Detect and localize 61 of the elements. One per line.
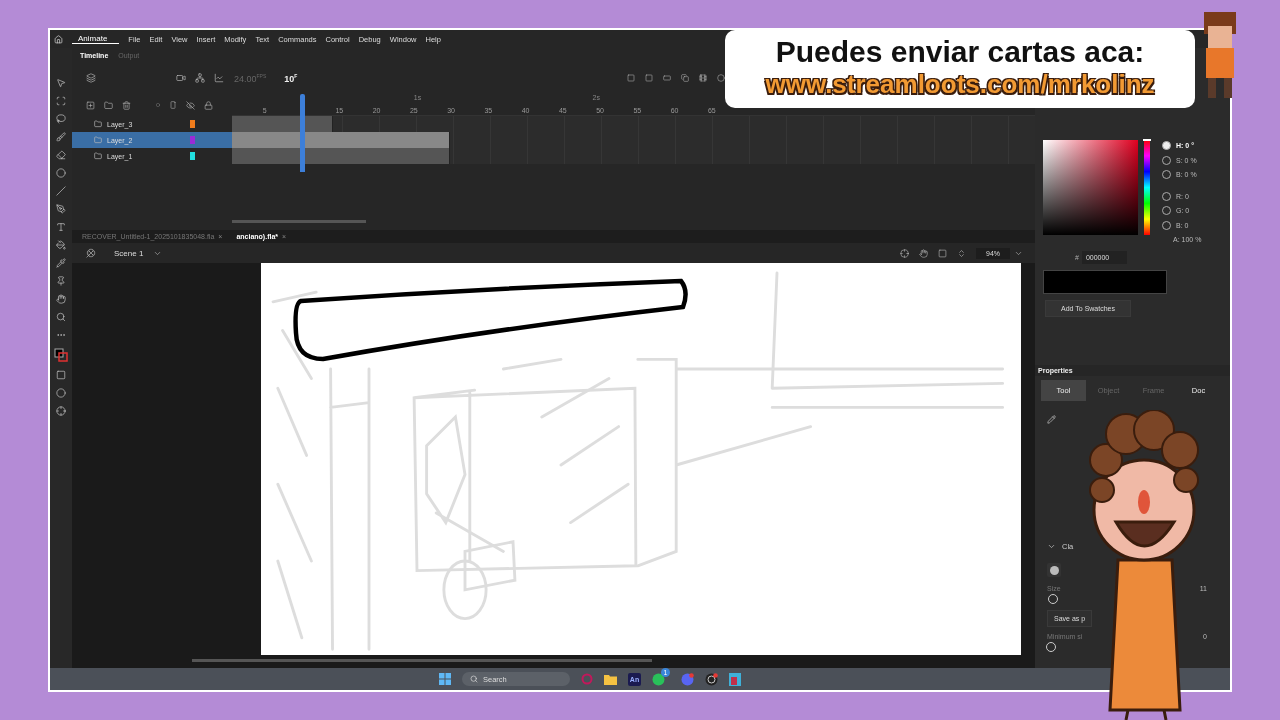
oval-tool-icon[interactable] [56, 168, 66, 178]
object-drawing-icon[interactable] [56, 370, 66, 380]
scrollbar[interactable] [232, 220, 366, 223]
zoom-tool-icon[interactable] [56, 312, 66, 322]
stroke-fill-swatch-icon[interactable] [54, 348, 68, 362]
camera-icon[interactable] [176, 73, 186, 83]
layer-icon [94, 120, 102, 128]
scene-label[interactable]: Scene 1 [114, 248, 144, 258]
trash-icon[interactable] [122, 100, 131, 110]
line-tool-icon[interactable] [56, 186, 66, 196]
playhead[interactable] [300, 94, 306, 172]
color-picker[interactable] [1043, 140, 1138, 235]
brush-shape-button[interactable] [1047, 563, 1061, 577]
stepper-icon[interactable] [957, 248, 966, 258]
outline-icon[interactable] [169, 101, 177, 109]
eraser-tool-icon[interactable] [56, 150, 66, 160]
new-layer-icon[interactable] [86, 100, 95, 110]
app-name: Animate [72, 34, 120, 44]
chevron-down-icon[interactable] [1047, 542, 1056, 551]
windows-logo-icon[interactable] [439, 673, 451, 685]
copy-icon[interactable] [681, 74, 689, 82]
selection-tool-icon[interactable] [56, 78, 66, 88]
square-icon[interactable] [627, 74, 635, 82]
pin-tool-icon[interactable] [56, 276, 66, 286]
onion-skin-icon[interactable] [717, 74, 725, 82]
lock-icon[interactable] [204, 100, 213, 110]
eyedropper-icon[interactable] [56, 258, 66, 268]
frame-readout[interactable]: 10$^{F}$ [284, 72, 298, 84]
pencil-icon[interactable] [1047, 415, 1056, 424]
lasso-tool-icon[interactable] [56, 114, 66, 124]
scrollbar[interactable] [192, 659, 652, 662]
hue-slider[interactable] [1144, 140, 1150, 235]
record-icon[interactable] [705, 672, 718, 686]
hand-tool-icon[interactable] [56, 294, 66, 304]
folder-icon[interactable] [604, 673, 617, 685]
snap-icon[interactable] [56, 388, 66, 398]
hand-icon[interactable] [919, 248, 928, 258]
brush-tool-icon[interactable] [56, 132, 66, 142]
target-icon[interactable] [56, 406, 66, 416]
home-icon[interactable] [54, 34, 63, 44]
eye-off-icon[interactable] [186, 100, 195, 110]
layer-icon [94, 152, 102, 160]
hierarchy-icon[interactable] [195, 73, 205, 83]
folder-icon[interactable] [104, 100, 113, 110]
graph-icon[interactable] [214, 73, 224, 83]
search-icon [470, 675, 478, 683]
transform-tool-icon[interactable] [56, 96, 66, 106]
layers-icon[interactable] [86, 73, 96, 83]
text-tool-icon[interactable] [56, 222, 66, 232]
scene-icon[interactable] [86, 248, 96, 258]
square-icon[interactable] [645, 74, 653, 82]
layer-icon [94, 136, 102, 144]
center-stage-icon[interactable] [900, 248, 909, 258]
dot-icon[interactable] [156, 103, 160, 107]
film-icon[interactable] [699, 74, 707, 82]
clip-icon[interactable] [938, 248, 947, 258]
pen-tool-icon[interactable] [56, 204, 66, 214]
app-icon[interactable] [729, 672, 741, 686]
paint-bucket-icon[interactable] [56, 240, 66, 250]
banner-headline: Puedes enviar cartas aca: [775, 35, 1145, 69]
panel-icon[interactable] [663, 74, 671, 82]
